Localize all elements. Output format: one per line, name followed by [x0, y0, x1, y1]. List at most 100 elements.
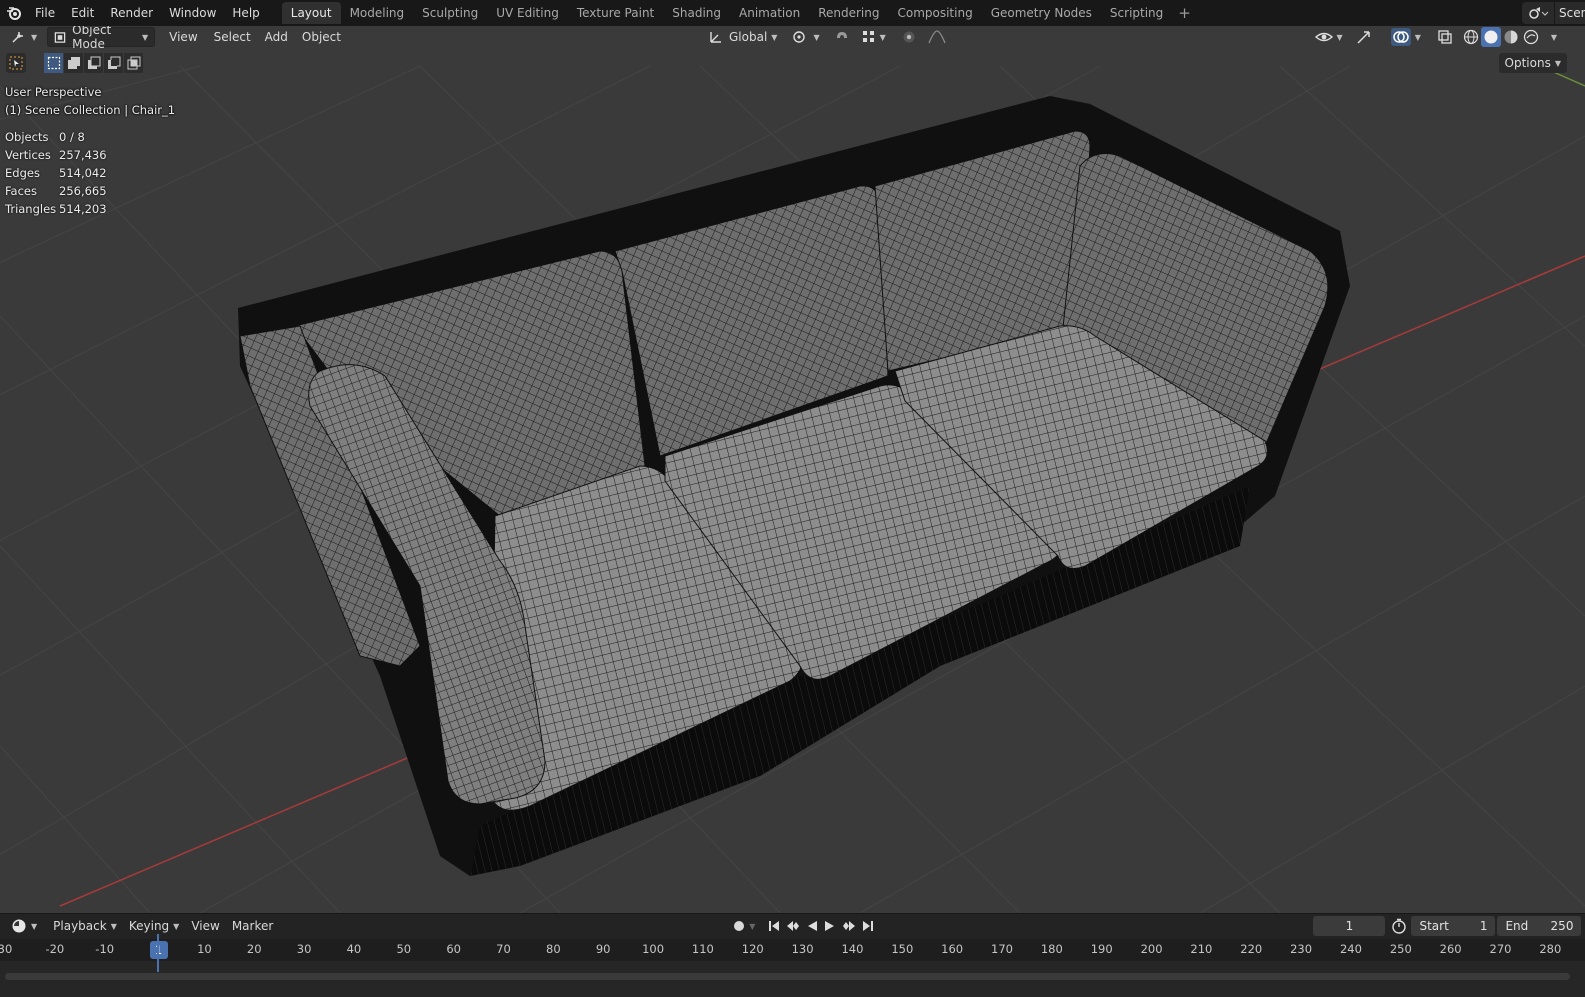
tool-settings-row [6, 53, 144, 73]
snap-target-button[interactable]: ▼ [856, 27, 892, 47]
blender-logo-icon[interactable] [3, 2, 25, 24]
shading-material-button[interactable] [1501, 27, 1521, 47]
active-tool-button[interactable] [6, 53, 26, 73]
keying-menu[interactable]: Keying ▼ [123, 916, 185, 936]
selection-mode-group [44, 53, 144, 73]
gizmo-toggle[interactable] [1349, 27, 1379, 47]
3d-viewport[interactable]: ▼ Object Mode ▼ View Select Add Object G… [0, 26, 1585, 913]
marker-menu[interactable]: Marker [226, 916, 279, 936]
shading-rendered-button[interactable] [1521, 27, 1541, 47]
add-menu[interactable]: Add [259, 27, 294, 47]
pivot-point-button[interactable]: ▼ [785, 27, 825, 47]
tab-geometry-nodes[interactable]: Geometry Nodes [982, 2, 1101, 24]
add-workspace-button[interactable]: + [1172, 2, 1197, 24]
falloff-button[interactable] [922, 27, 952, 47]
tab-animation[interactable]: Animation [730, 2, 809, 24]
current-frame-field[interactable]: 1 [1313, 916, 1386, 936]
jump-start-icon [769, 921, 780, 931]
frame-tick-label: 160 [941, 942, 964, 956]
proportional-edit-toggle[interactable] [896, 27, 922, 47]
tab-scripting[interactable]: Scripting [1101, 2, 1172, 24]
top-menu-bar: File Edit Render Window Help Layout Mode… [0, 0, 1585, 26]
frame-tick-label: 220 [1240, 942, 1263, 956]
scene-icon[interactable] [1522, 2, 1554, 24]
select-difference-button[interactable] [104, 53, 123, 73]
scene-selector[interactable]: Scene [1522, 2, 1585, 24]
frame-tick-label: 50 [396, 942, 412, 956]
chevron-down-icon: ▼ [173, 921, 180, 931]
shading-wireframe-button[interactable] [1461, 27, 1481, 47]
stats-row: Objects 0 / 8 [5, 128, 107, 146]
playhead-line[interactable] [157, 934, 159, 972]
auto-keying-toggle[interactable]: ▼ [727, 916, 761, 936]
select-new-icon [47, 56, 60, 70]
playback-menu[interactable]: Playback ▼ [47, 916, 123, 936]
tab-shading[interactable]: Shading [663, 2, 730, 24]
stats-label: Objects [5, 130, 49, 144]
shading-options-button[interactable]: ▼ [1541, 27, 1563, 47]
frame-tick-label: 240 [1339, 942, 1362, 956]
mode-selector[interactable]: Object Mode ▼ [47, 26, 156, 51]
menu-file[interactable]: File [27, 2, 63, 24]
chevron-down-icon: ▼ [771, 32, 778, 42]
frame-ruler[interactable]: 30-20-1011020304050607080901001101201301… [0, 939, 1585, 961]
overlays-toggle[interactable]: ▼ [1385, 27, 1427, 47]
timeline-editor-type-button[interactable]: ▼ [5, 916, 43, 936]
xray-icon [1438, 30, 1452, 44]
object-menu[interactable]: Object [296, 27, 347, 47]
tab-sculpting[interactable]: Sculpting [413, 2, 487, 24]
view-menu[interactable]: View [163, 27, 203, 47]
select-subtract-button[interactable] [84, 53, 103, 73]
play-button[interactable] [821, 916, 839, 936]
jump-to-start-button[interactable] [765, 916, 783, 936]
start-frame-field[interactable]: Start 1 [1411, 916, 1496, 936]
menu-help[interactable]: Help [224, 2, 267, 24]
chevron-down-icon: ▼ [813, 32, 820, 42]
tab-texture-paint[interactable]: Texture Paint [568, 2, 663, 24]
stats-value: 256,665 [59, 184, 107, 198]
snap-toggle[interactable] [828, 27, 856, 47]
timeline-track-area[interactable] [0, 961, 1585, 997]
select-intersect-button[interactable] [124, 53, 143, 73]
jump-next-keyframe-button[interactable] [839, 916, 859, 936]
transform-orientation-selector[interactable]: Global ▼ [702, 27, 783, 47]
frame-tick-label: 250 [1389, 942, 1412, 956]
prev-keyframe-icon [787, 921, 800, 931]
tab-modeling[interactable]: Modeling [341, 2, 414, 24]
frame-tick-label: 150 [891, 942, 914, 956]
options-dropdown[interactable]: Options ▼ [1498, 53, 1567, 73]
menu-edit[interactable]: Edit [63, 2, 102, 24]
falloff-curve-icon [928, 30, 946, 44]
timeline-header: ▼ Playback ▼ Keying ▼ View Marker ▼ 1 St… [0, 914, 1585, 938]
select-extend-button[interactable] [64, 53, 83, 73]
xray-toggle[interactable] [1431, 27, 1459, 47]
timeline-view-menu[interactable]: View [185, 916, 225, 936]
editor-type-button[interactable]: ▼ [5, 27, 43, 47]
material-sphere-icon [1504, 30, 1518, 44]
tab-compositing[interactable]: Compositing [888, 2, 981, 24]
menu-window[interactable]: Window [161, 2, 224, 24]
menu-render[interactable]: Render [102, 2, 161, 24]
shading-solid-button[interactable] [1480, 27, 1501, 47]
scene-name[interactable]: Scene [1555, 2, 1585, 24]
frame-tick-label: 110 [691, 942, 714, 956]
collection-name: (1) Scene Collection | Chair_1 [5, 103, 176, 117]
end-frame-field[interactable]: End 250 [1497, 916, 1582, 936]
select-new-button[interactable] [44, 53, 63, 73]
tab-rendering[interactable]: Rendering [809, 2, 888, 24]
play-icon [825, 921, 835, 931]
timeline-scrollbar[interactable] [5, 973, 1570, 980]
select-menu[interactable]: Select [208, 27, 257, 47]
play-reverse-button[interactable] [803, 916, 821, 936]
jump-prev-keyframe-button[interactable] [783, 916, 803, 936]
stats-label: Vertices [5, 148, 51, 162]
jump-to-end-button[interactable] [859, 916, 877, 936]
use-preview-range-toggle[interactable] [1389, 916, 1409, 936]
frame-tick-label: 90 [595, 942, 611, 956]
visibility-button[interactable]: ▼ [1309, 27, 1349, 47]
view-name: User Perspective [5, 85, 102, 99]
tab-uv-editing[interactable]: UV Editing [487, 2, 568, 24]
frame-tick-label: 10 [197, 942, 212, 956]
frame-tick-label: 70 [496, 942, 511, 956]
tab-layout[interactable]: Layout [281, 2, 341, 24]
